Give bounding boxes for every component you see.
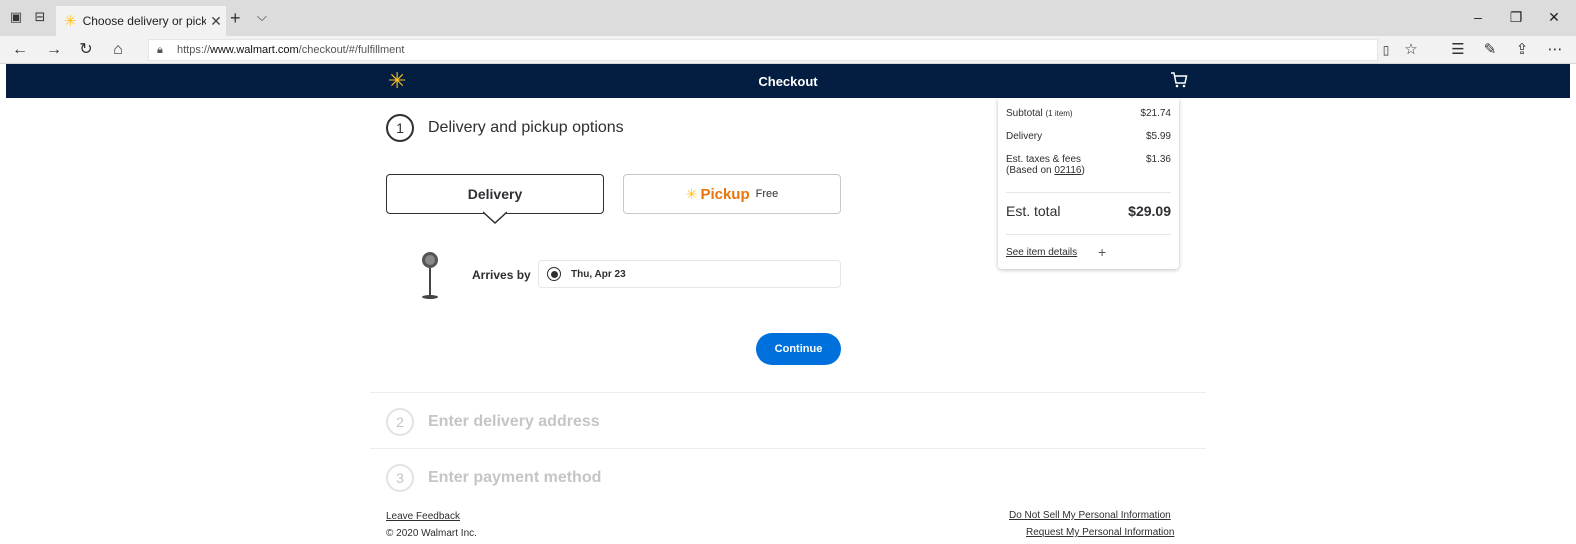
zip-code-link[interactable]: 02116 xyxy=(1054,165,1081,176)
copyright-text: © 2020 Walmart Inc. xyxy=(386,528,477,539)
url-field[interactable]: 🔒︎ https://www.walmart.com/checkout/#/fu… xyxy=(148,39,1378,61)
arrives-by-label: Arrives by xyxy=(472,268,531,282)
tab-title: Choose delivery or pick xyxy=(82,14,206,28)
browser-tab-bar: ▣ ⊟ ✳ Choose delivery or pick ✕ + ⌵ – ❐ … xyxy=(0,0,1576,36)
step-1-title: Delivery and pickup options xyxy=(428,119,624,136)
taxes-based-suffix: ) xyxy=(1081,165,1085,176)
step-3-title: Enter payment method xyxy=(428,469,602,486)
delivery-fee-row: Delivery $5.99 xyxy=(1006,131,1171,142)
subtotal-label: Subtotal xyxy=(1006,108,1043,119)
cart-icon[interactable] xyxy=(1170,71,1188,89)
restore-icon[interactable]: ❐ xyxy=(1506,9,1526,26)
home-icon[interactable]: ⌂ xyxy=(108,40,128,60)
pickup-price: Free xyxy=(755,188,779,200)
pen-icon[interactable]: ✎ xyxy=(1480,41,1500,59)
selected-caret-icon xyxy=(483,211,507,225)
tab-actions-icon[interactable]: ▣ xyxy=(8,9,24,25)
step-3-number: 3 xyxy=(386,464,414,492)
walmart-spark-icon: ✳ xyxy=(64,13,77,30)
subtotal-row: Subtotal (1 item) $21.74 xyxy=(1006,108,1171,119)
step-2-number: 2 xyxy=(386,408,414,436)
taxes-value: $1.36 xyxy=(1145,154,1171,165)
browser-address-bar: ← → ↻ ⌂ 🔒︎ https://www.walmart.com/check… xyxy=(0,36,1576,64)
page-title: Checkout xyxy=(758,74,818,89)
subtotal-count: (1 item) xyxy=(1045,109,1073,118)
delivery-option-label: Delivery xyxy=(467,186,523,202)
section-divider xyxy=(370,392,1206,393)
request-info-link[interactable]: Request My Personal Information xyxy=(1026,527,1174,538)
tab-list-chevron-icon[interactable]: ⌵ xyxy=(257,9,267,25)
lock-icon: 🔒︎ xyxy=(157,43,163,56)
tab-close-icon[interactable]: ✕ xyxy=(206,13,226,30)
set-tabs-aside-icon[interactable]: ⊟ xyxy=(32,9,48,25)
back-icon[interactable]: ← xyxy=(10,40,30,60)
estimated-total-label: Est. total xyxy=(1006,203,1061,219)
url-path: /checkout/#/fulfillment xyxy=(298,44,405,56)
taxes-row: Est. taxes & fees (Based on 02116) $1.36 xyxy=(1006,154,1171,176)
url-prefix: https:// xyxy=(177,44,211,56)
summary-divider xyxy=(1006,192,1171,193)
pickup-option-label: Pickup xyxy=(700,185,750,203)
taxes-based-prefix: (Based on xyxy=(1006,165,1052,176)
step-2-title: Enter delivery address xyxy=(428,413,600,430)
favorite-star-icon[interactable]: ☆ xyxy=(1401,41,1421,59)
refresh-icon[interactable]: ↻ xyxy=(76,40,96,60)
subtotal-value: $21.74 xyxy=(1140,108,1171,119)
minimize-icon[interactable]: – xyxy=(1468,9,1488,25)
step-1-number: 1 xyxy=(386,114,414,142)
delivery-fee-label: Delivery xyxy=(1006,131,1043,142)
url-host: www.walmart.com xyxy=(210,44,299,56)
checkout-header: ✳ Checkout xyxy=(6,64,1570,98)
taxes-label: Est. taxes & fees xyxy=(1006,154,1082,165)
summary-divider xyxy=(1006,234,1171,235)
do-not-sell-link[interactable]: Do Not Sell My Personal Information xyxy=(1009,510,1171,521)
leave-feedback-link[interactable]: Leave Feedback xyxy=(386,511,460,522)
forward-icon[interactable]: → xyxy=(44,40,64,60)
delivery-option-button[interactable]: Delivery xyxy=(386,174,604,214)
browser-tab[interactable]: ✳ Choose delivery or pick ✕ xyxy=(56,6,226,36)
see-item-details-link[interactable]: See item details xyxy=(1006,247,1077,258)
arrival-date: Thu, Apr 23 xyxy=(571,268,626,280)
arrival-date-option[interactable]: Thu, Apr 23 xyxy=(538,260,841,288)
new-tab-icon[interactable]: + xyxy=(230,8,241,29)
pickup-spark-icon: ✳ xyxy=(685,185,698,202)
pickup-option-button[interactable]: ✳ Pickup Free xyxy=(623,174,841,214)
product-fan-image xyxy=(422,252,438,299)
reading-view-icon[interactable]: ▯ xyxy=(1376,41,1396,59)
close-window-icon[interactable]: ✕ xyxy=(1544,9,1564,26)
delivery-fee-value: $5.99 xyxy=(1145,131,1171,142)
estimated-total-value: $29.09 xyxy=(1128,203,1171,219)
share-icon[interactable]: ⇪ xyxy=(1512,41,1532,59)
order-summary-card: Subtotal (1 item) $21.74 Delivery $5.99 … xyxy=(998,98,1179,269)
continue-button[interactable]: Continue xyxy=(756,333,841,365)
favorites-list-icon[interactable]: ☰ xyxy=(1448,41,1468,59)
date-radio[interactable] xyxy=(547,267,561,281)
more-options-icon[interactable]: ⋯ xyxy=(1545,41,1565,59)
estimated-total-row: Est. total $29.09 xyxy=(1006,203,1171,219)
expand-plus-icon[interactable]: + xyxy=(1098,244,1106,260)
section-divider xyxy=(370,448,1206,449)
